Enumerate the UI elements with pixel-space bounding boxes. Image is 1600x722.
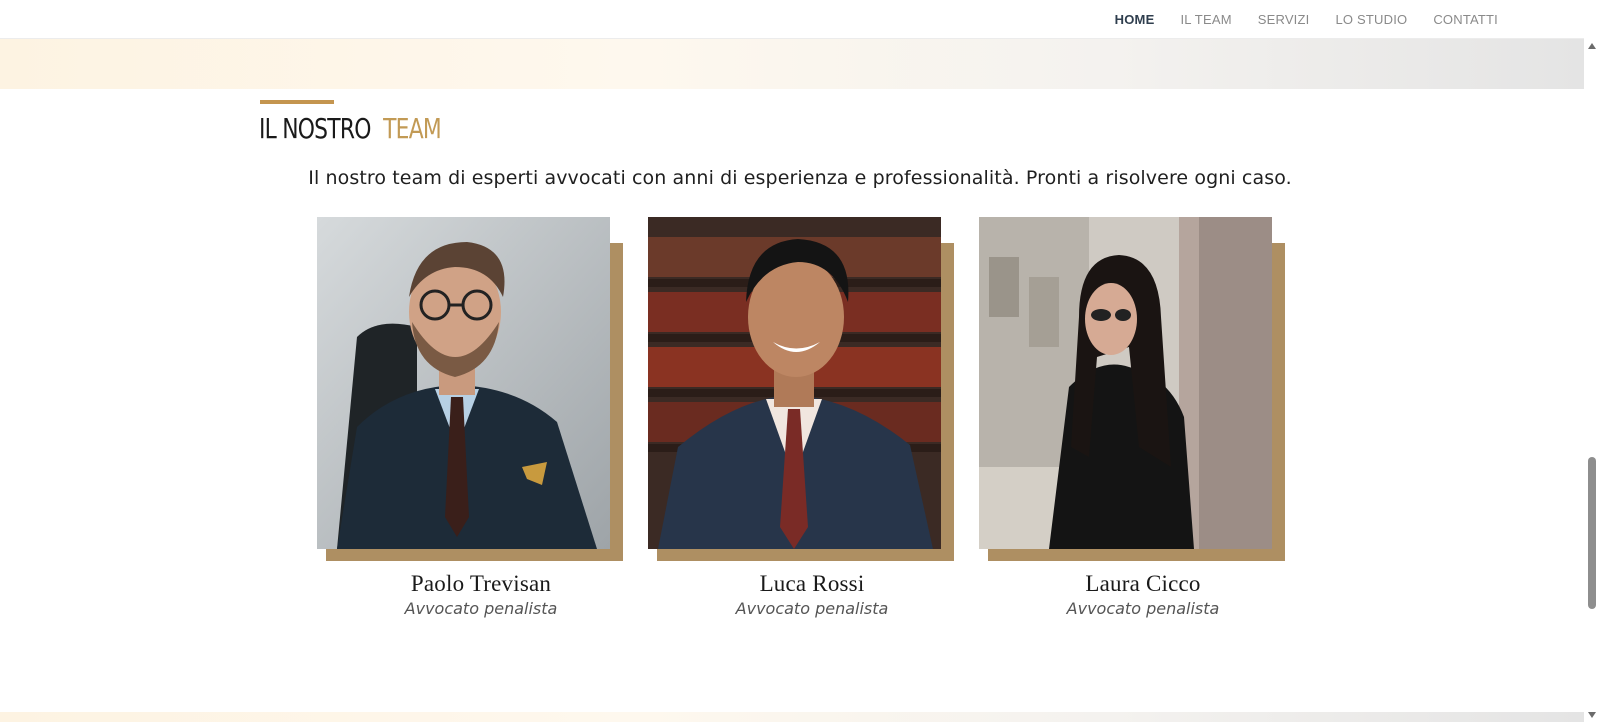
nav-item-home[interactable]: HOME	[1115, 12, 1155, 27]
portrait-man-glasses-image	[317, 217, 610, 549]
team-card: Laura Cicco Avvocato penalista	[979, 217, 1285, 627]
team-card: Paolo Trevisan Avvocato penalista	[317, 217, 623, 627]
team-photo	[317, 217, 610, 549]
portrait-man-library-image	[648, 217, 941, 549]
team-member-name: Paolo Trevisan	[410, 571, 552, 596]
nav-item-servizi[interactable]: SERVIZI	[1258, 12, 1310, 27]
team-photo	[979, 217, 1272, 549]
team-card: Luca Rossi Avvocato penalista	[648, 217, 954, 627]
scroll-up-arrow-icon[interactable]	[1588, 43, 1596, 49]
page-scrollbar[interactable]	[1584, 39, 1600, 722]
hero-band-bottom-edge	[0, 39, 1588, 89]
scroll-down-arrow-icon[interactable]	[1588, 712, 1596, 718]
section-subtitle-text: Il nostro team di esperti avvocati con a…	[308, 167, 1292, 189]
team-member-role: Avvocato penalista	[735, 599, 889, 618]
team-photo	[648, 217, 941, 549]
team-member-name: Laura Cicco	[1085, 571, 1201, 596]
team-member-role: Avvocato penalista	[1066, 599, 1220, 618]
top-navbar: HOME IL TEAM SERVIZI LO STUDIO CONTATTI	[0, 0, 1584, 39]
nav-item-lo-studio[interactable]: LO STUDIO	[1335, 12, 1407, 27]
section-title-accent-bar	[260, 100, 334, 104]
portrait-woman-street-image	[979, 217, 1272, 549]
team-member-name: Luca Rossi	[759, 571, 865, 596]
team-member-role: Avvocato penalista	[404, 599, 558, 618]
section-subtitle: Il nostro team di esperti avvocati con a…	[0, 167, 1600, 189]
section-title-part2: TEAM	[383, 112, 442, 145]
nav-item-il-team[interactable]: IL TEAM	[1180, 12, 1231, 27]
nav-item-contatti[interactable]: CONTATTI	[1433, 12, 1498, 27]
section-title-part1: IL NOSTRO	[259, 112, 371, 145]
next-section-band-top-edge	[0, 712, 1588, 722]
section-title: IL NOSTRO TEAM	[259, 112, 442, 145]
scroll-thumb[interactable]	[1588, 457, 1596, 609]
main-nav: HOME IL TEAM SERVIZI LO STUDIO CONTATTI	[1089, 0, 1498, 39]
